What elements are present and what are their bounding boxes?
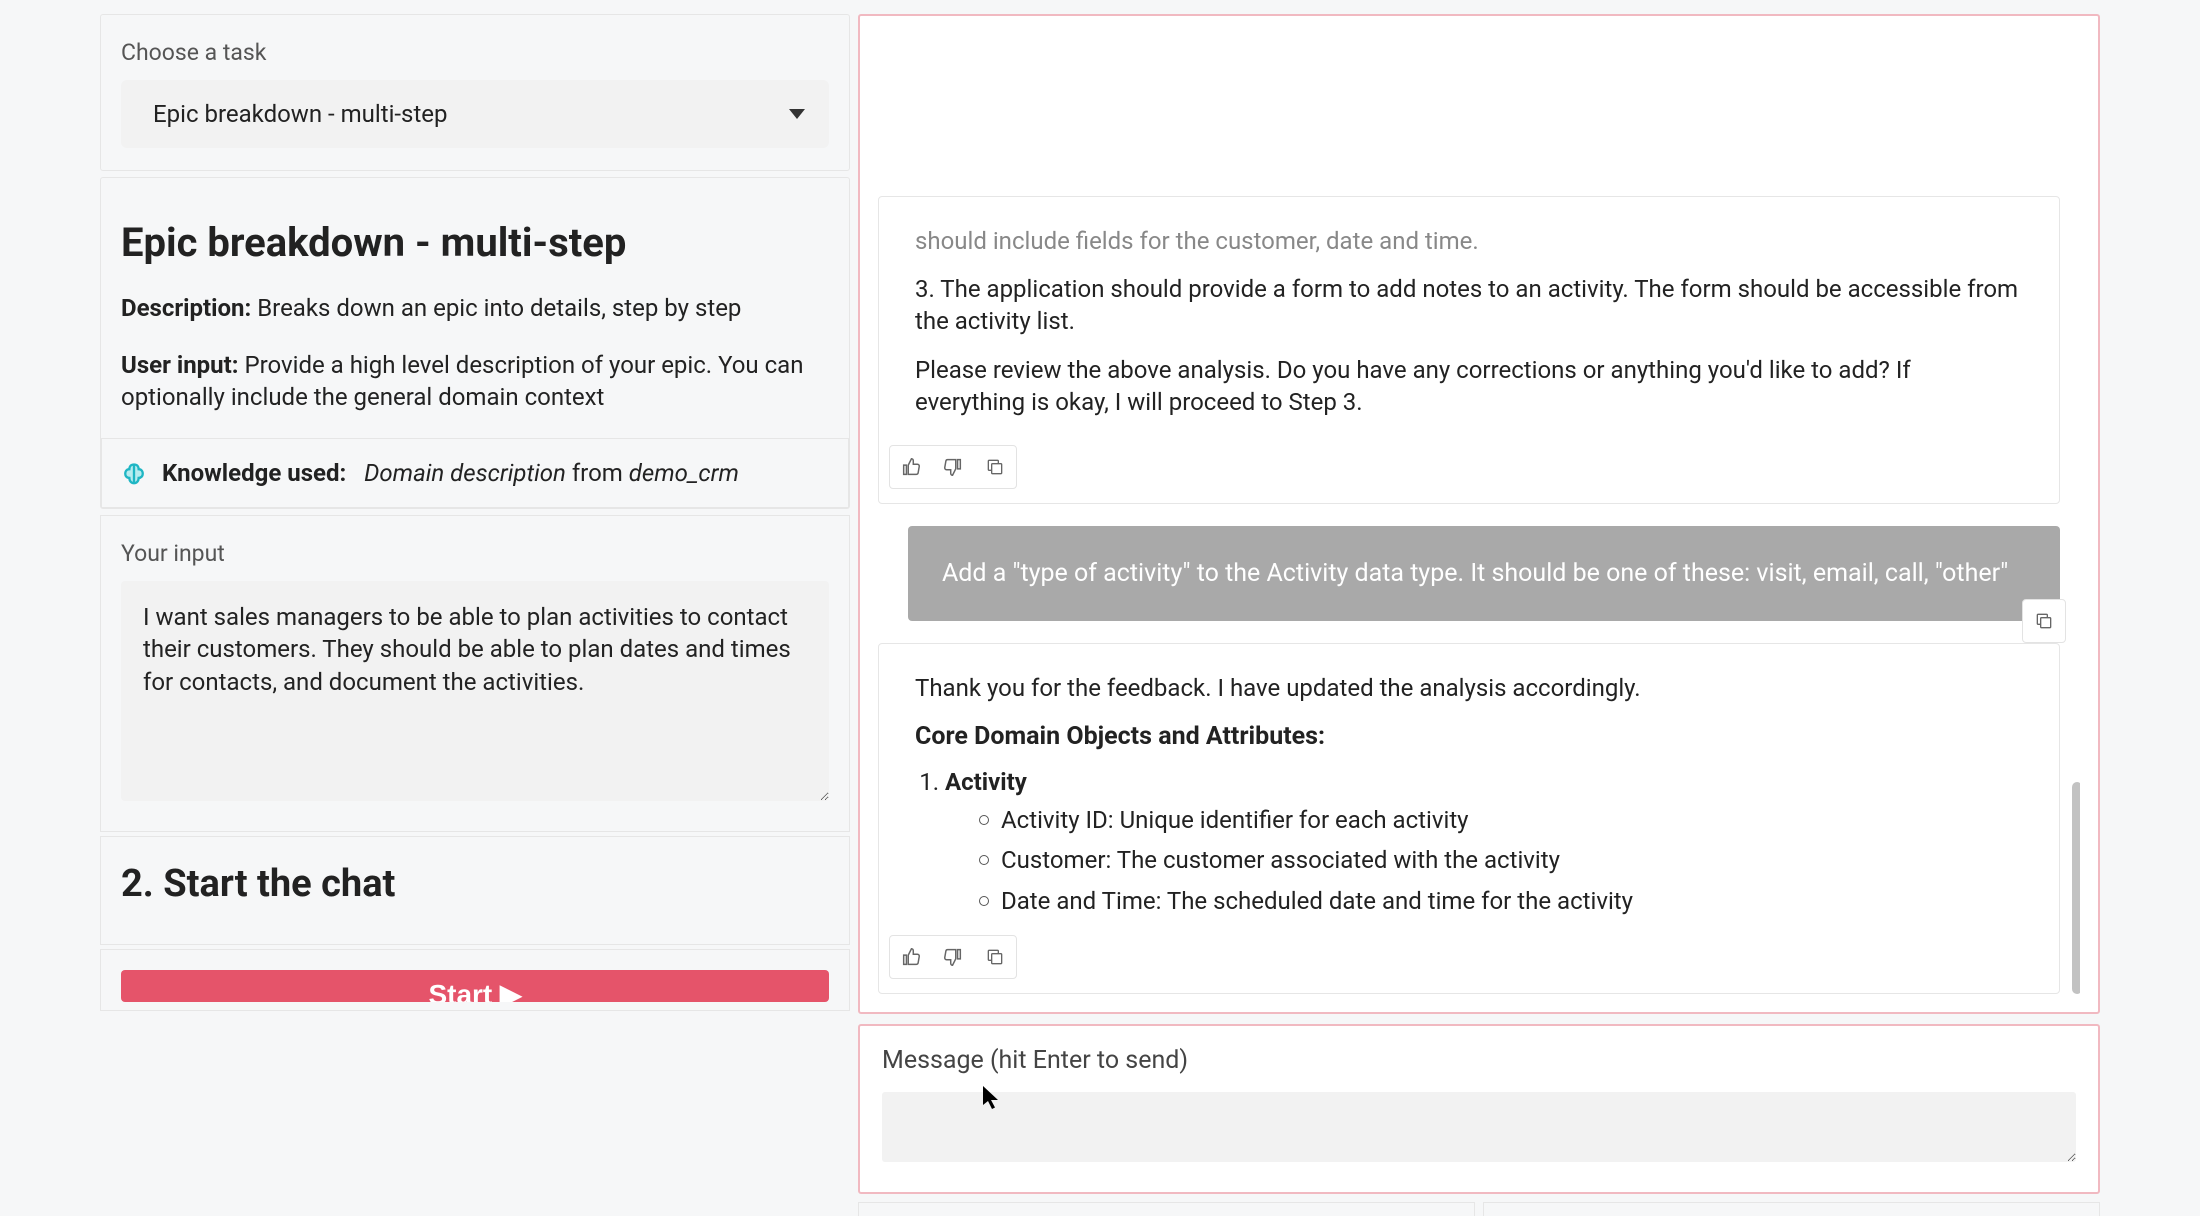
thumbs-up-button[interactable] (890, 936, 932, 978)
copy-button[interactable] (2022, 599, 2066, 643)
task-dropdown-value: Epic breakdown - multi-step (153, 98, 448, 130)
chat-panel: 3. Chat should include fields for the cu… (858, 0, 2100, 1216)
brain-icon (120, 461, 148, 489)
chat-input[interactable] (882, 1092, 2076, 1162)
scrollbar-thumb[interactable] (2072, 782, 2080, 994)
panel-stub (858, 1202, 1475, 1216)
chat-input-label: Message (hit Enter to send) (882, 1044, 2076, 1078)
step2-heading: 2. Start the chat (121, 859, 829, 910)
thumbs-down-button[interactable] (932, 446, 974, 488)
task-description-card: Epic breakdown - multi-step Description:… (100, 177, 850, 509)
knowledge-used-box: Knowledge used: Domain description from … (101, 438, 849, 508)
attribute-item: Activity ID: Unique identifier for each … (979, 804, 2023, 836)
feedback-bar (889, 445, 1017, 489)
user-message-container: Add a "type of activity" to the Activity… (878, 526, 2060, 621)
thumbs-up-button[interactable] (890, 446, 932, 488)
thumbs-down-button[interactable] (932, 936, 974, 978)
your-input-label: Your input (121, 538, 829, 569)
assistant-paragraph: Thank you for the feedback. I have updat… (915, 672, 2023, 704)
domain-objects-list: Activity Activity ID: Unique identifier … (915, 766, 2023, 918)
knowledge-text: Knowledge used: Domain description from … (162, 457, 739, 489)
chat-messages-area: should include fields for the customer, … (858, 14, 2100, 1014)
step2-card: 2. Start the chat (100, 836, 850, 945)
task-description: Description: Breaks down an epic into de… (121, 292, 829, 324)
copy-button[interactable] (974, 936, 1016, 978)
epic-input[interactable] (121, 581, 829, 801)
thumbs-up-icon (900, 946, 922, 968)
truncated-line: should include fields for the customer, … (915, 225, 2023, 257)
copy-icon (985, 457, 1005, 477)
start-button-container: Start ▶ (100, 949, 850, 1011)
attribute-item: Customer: The customer associated with t… (979, 844, 2023, 876)
assistant-message: Thank you for the feedback. I have updat… (878, 643, 2060, 995)
choose-task-label: Choose a task (121, 37, 829, 68)
task-title: Epic breakdown - multi-step (121, 216, 829, 270)
copy-icon (2034, 611, 2054, 631)
copy-button[interactable] (974, 446, 1016, 488)
task-dropdown[interactable]: Epic breakdown - multi-step (121, 80, 829, 148)
thumbs-down-icon (942, 946, 964, 968)
chat-input-area: Message (hit Enter to send) (858, 1024, 2100, 1194)
assistant-paragraph: 3. The application should provide a form… (915, 273, 2023, 338)
thumbs-up-icon (900, 456, 922, 478)
domain-object-item: Activity Activity ID: Unique identifier … (945, 766, 2023, 918)
copy-icon (985, 947, 1005, 967)
task-userinput-desc: User input: Provide a high level descrip… (121, 349, 829, 414)
your-input-card: Your input (100, 515, 850, 832)
panel-stub (1483, 1202, 2100, 1216)
attribute-list: Activity ID: Unique identifier for each … (945, 804, 2023, 917)
domain-objects-heading: Core Domain Objects and Attributes: (915, 720, 2023, 754)
attribute-item: Date and Time: The scheduled date and ti… (979, 885, 2023, 917)
choose-task-card: Choose a task Epic breakdown - multi-ste… (100, 14, 850, 171)
scrollbar-track[interactable] (2070, 30, 2080, 994)
start-button[interactable]: Start ▶ (121, 970, 829, 1002)
thumbs-down-icon (942, 456, 964, 478)
feedback-bar (889, 935, 1017, 979)
caret-down-icon (789, 109, 805, 119)
user-message: Add a "type of activity" to the Activity… (908, 526, 2060, 621)
assistant-paragraph: Please review the above analysis. Do you… (915, 354, 2023, 419)
assistant-message: should include fields for the customer, … (878, 196, 2060, 504)
config-panel: 1. What do you want to do? Choose a task… (100, 0, 850, 1216)
